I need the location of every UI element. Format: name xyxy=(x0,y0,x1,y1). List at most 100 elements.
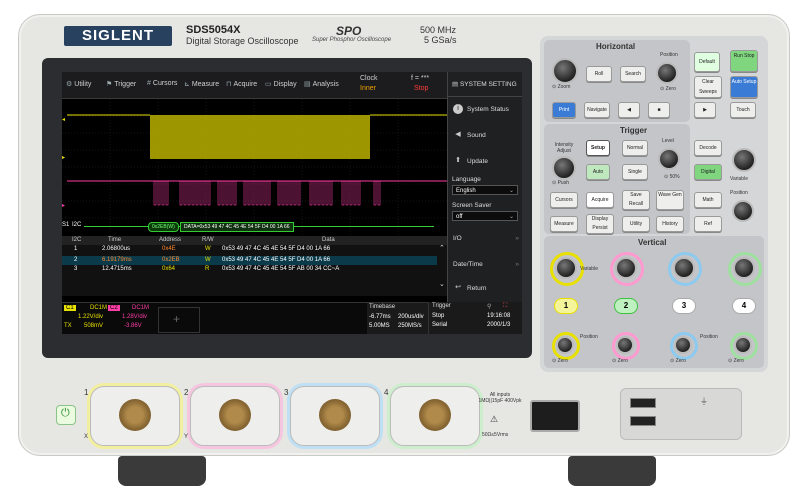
sample-rate-label: 5 GSa/s xyxy=(424,35,457,45)
horizontal-position-knob[interactable] xyxy=(656,62,678,84)
menu-trigger[interactable]: ⚑ Trigger xyxy=(106,80,136,88)
divider xyxy=(448,96,522,97)
table-row-selected[interactable]: 2 6.19179ms 0x2EB W 0x53 49 47 4C 45 4E … xyxy=(62,256,437,265)
add-channel-box[interactable]: + xyxy=(158,307,200,333)
trigger-level-marker[interactable]: ◂ xyxy=(62,117,65,123)
update-button[interactable]: ⬆ Update xyxy=(448,154,522,170)
menu-utility[interactable]: ⚙ Utility xyxy=(66,80,91,88)
frequency-value: Stop xyxy=(414,85,429,92)
measure-button[interactable]: Measure xyxy=(550,216,578,232)
wave-gen-button[interactable]: Wave Gen xyxy=(656,190,684,210)
chevron-down-icon: ⌄ xyxy=(508,214,514,220)
roll-button[interactable]: Roll xyxy=(586,66,612,82)
ch2-input-connector[interactable] xyxy=(190,386,280,446)
math-button[interactable]: Math xyxy=(694,192,722,208)
ch2-offset: -3.86V xyxy=(124,323,142,329)
menu-acquire[interactable]: ⊓ Acquire xyxy=(226,80,257,88)
ch4-position-knob[interactable] xyxy=(734,336,752,354)
display-persist-button[interactable]: Display Persist xyxy=(586,214,614,234)
navigate-button[interactable]: Navigate xyxy=(584,102,610,118)
ch3-number: 3 xyxy=(284,388,289,397)
save-recall-button[interactable]: Save Recall xyxy=(622,190,650,210)
language-dropdown[interactable]: English ⌄ xyxy=(452,185,518,195)
decode-button[interactable]: Decode xyxy=(694,140,722,156)
ch3-button[interactable]: 3 xyxy=(672,298,696,314)
play-forward-button[interactable]: ▶ xyxy=(694,102,716,118)
datetime-button[interactable]: Date/Time» xyxy=(448,258,522,272)
universal-knob[interactable] xyxy=(732,148,756,172)
ch2-coupling: DC1M xyxy=(132,305,150,311)
menu-cursors[interactable]: # Cursors xyxy=(147,80,177,87)
search-button[interactable]: Search xyxy=(620,66,646,82)
play-back-button[interactable]: ◀ xyxy=(618,102,640,118)
display-screen[interactable]: ⚙ Utility ⚑ Trigger # Cursors ⊾ Measure ⊓ Acq… xyxy=(62,72,522,334)
ch1-coupling: DC1M xyxy=(90,305,108,311)
utility-button[interactable]: Utility xyxy=(622,216,650,232)
bnc-connector-icon xyxy=(319,399,351,431)
screen-saver-dropdown[interactable]: off ⌄ xyxy=(452,211,518,221)
scroll-down-icon[interactable]: ⌄ xyxy=(439,280,445,288)
trigger-box[interactable]: Trigger Stop Serial ⚲ ⛶ 19:16:08 2000/1/… xyxy=(428,302,522,334)
ch1-badge[interactable]: C1 xyxy=(64,305,76,311)
ch4-button[interactable]: 4 xyxy=(732,298,756,314)
return-button[interactable]: ↩ Return xyxy=(448,282,522,296)
ground-terminal-icon[interactable]: ⏚ xyxy=(700,396,720,426)
intensity-knob[interactable] xyxy=(552,156,576,180)
run-stop-button[interactable]: Run Stop xyxy=(730,50,758,72)
decode-table[interactable]: I2C Time Address R/W Data 1 2.06800us 0x… xyxy=(62,236,447,296)
menu-analysis[interactable]: ▤ Analysis xyxy=(304,80,339,88)
table-row[interactable]: 1 2.06800us 0x4E W 0x53 49 47 4C 45 4E 5… xyxy=(62,246,437,255)
ch1-position-knob[interactable] xyxy=(556,336,574,354)
cursors-button[interactable]: Cursors xyxy=(550,192,578,208)
ch2-position-knob[interactable] xyxy=(616,336,634,354)
usb-port-bottom[interactable] xyxy=(630,416,656,426)
ch2-button[interactable]: 2 xyxy=(614,298,638,314)
table-row[interactable]: 3 12.4715ms 0x64 R 0x53 49 47 4C 45 4E 5… xyxy=(62,266,437,275)
ch3-input-connector[interactable] xyxy=(290,386,380,446)
scroll-up-icon[interactable]: ⌃ xyxy=(439,244,445,252)
ch1-input-connector[interactable] xyxy=(90,386,180,446)
auto-setup-button[interactable]: Auto Setup xyxy=(730,76,758,98)
ch1-button[interactable]: 1 xyxy=(554,298,578,314)
stop-nav-button[interactable]: ■ xyxy=(648,102,670,118)
acquire-button[interactable]: Acquire xyxy=(586,192,614,208)
ch4-input-connector[interactable] xyxy=(390,386,480,446)
clear-sweeps-button[interactable]: Clear Sweeps xyxy=(694,76,722,98)
timebase-box[interactable]: Timebase -6.77ms 200us/div 5.00MS 250MS/… xyxy=(367,303,428,334)
ref-button[interactable]: Ref xyxy=(694,216,722,232)
ch4-scale-knob[interactable] xyxy=(733,257,755,279)
menu-measure[interactable]: ⊾ Measure xyxy=(184,80,219,88)
ch1-scale-knob[interactable] xyxy=(555,257,577,279)
y-label: Y xyxy=(184,434,189,440)
touch-button[interactable]: Touch xyxy=(730,102,756,118)
waveform-display[interactable]: ▸ ▸ ◂ xyxy=(62,99,447,235)
history-button[interactable]: History xyxy=(656,216,684,232)
digital-button[interactable]: Digital xyxy=(694,164,722,180)
triangle-right-icon: ▶ xyxy=(703,107,707,113)
io-button[interactable]: I/O» xyxy=(448,232,522,246)
power-button[interactable]: ⏻ xyxy=(56,405,76,425)
decode-label: S1 xyxy=(62,222,70,228)
menu-display[interactable]: ▭ Display xyxy=(265,80,297,88)
ch3-scale-knob[interactable] xyxy=(673,257,695,279)
io-port-panel xyxy=(620,388,742,440)
trigger-single-button[interactable]: Single xyxy=(622,164,648,180)
top-menu-bar: ⚙ Utility ⚑ Trigger # Cursors ⊾ Measure ⊓ Acq… xyxy=(62,72,447,99)
ch3-position-knob[interactable] xyxy=(674,336,692,354)
trigger-setup-button[interactable]: Setup xyxy=(586,140,610,156)
horizontal-scale-knob[interactable] xyxy=(552,58,578,84)
trigger-normal-button[interactable]: Normal xyxy=(622,140,648,156)
print-button[interactable]: Print xyxy=(552,102,576,118)
right-foot xyxy=(568,456,656,486)
trigger-auto-button[interactable]: Auto xyxy=(586,164,610,180)
usb-port-top[interactable] xyxy=(630,398,656,408)
trigger-level-knob[interactable] xyxy=(658,148,680,170)
fifty-percent-label: ⊙ 50% xyxy=(664,174,680,180)
system-status-button[interactable]: i System Status xyxy=(448,102,522,118)
default-button[interactable]: Default xyxy=(694,52,720,72)
sound-button[interactable]: ◀ Sound xyxy=(448,128,522,144)
ch2-badge[interactable]: C2 xyxy=(108,305,120,311)
ch2-scale-knob[interactable] xyxy=(615,257,637,279)
math-position-knob[interactable] xyxy=(732,200,754,222)
x-label: X xyxy=(84,434,89,440)
